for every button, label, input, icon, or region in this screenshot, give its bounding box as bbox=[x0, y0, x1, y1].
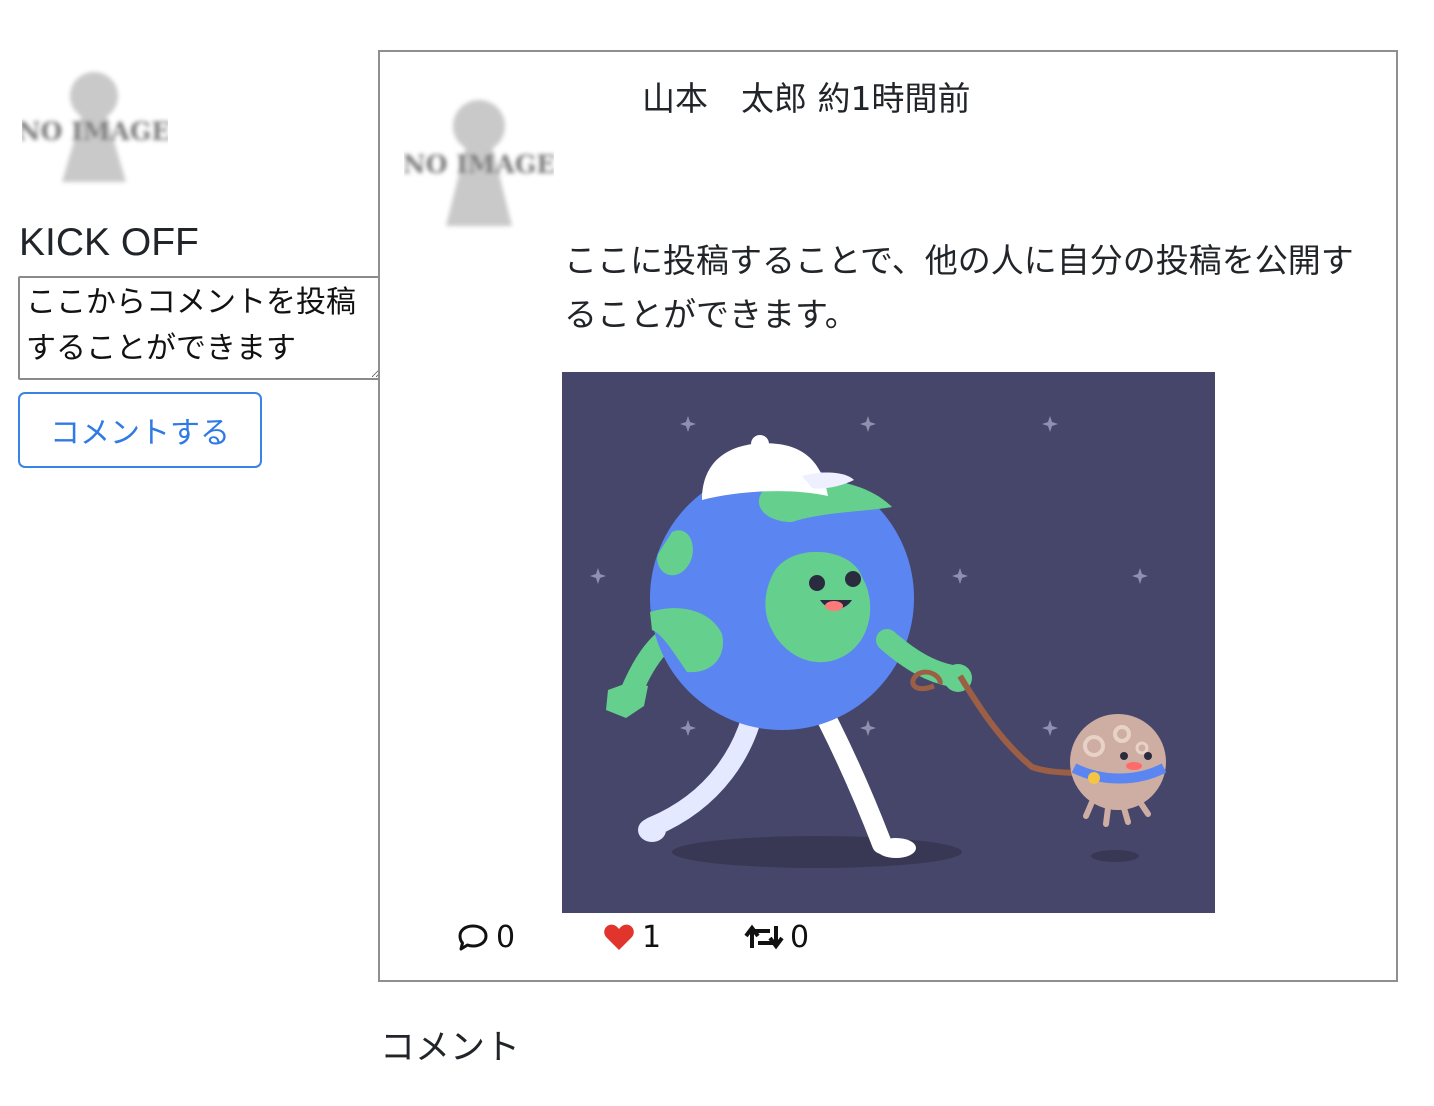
post-image[interactable] bbox=[562, 372, 1215, 913]
heart-icon bbox=[604, 924, 634, 950]
post-timestamp: 約1時間前 bbox=[817, 79, 971, 118]
post-body-text: ここに投稿することで、他の人に自分の投稿を公開することができます。 bbox=[564, 241, 1354, 334]
post-author-avatar[interactable]: NO IMAGE bbox=[403, 84, 555, 234]
post-header: 山本 太郎 約1時間前 bbox=[642, 76, 971, 122]
comments-heading: コメント bbox=[380, 1028, 521, 1068]
post-actions: 0 1 0 bbox=[380, 914, 1396, 960]
like-count: 1 bbox=[642, 919, 662, 955]
user-avatar: NO IMAGE bbox=[18, 58, 170, 188]
speech-bubble-icon bbox=[458, 924, 488, 951]
retweet-icon bbox=[744, 924, 784, 950]
svg-text:NO IMAGE: NO IMAGE bbox=[404, 150, 554, 179]
retweet-count: 0 bbox=[790, 919, 810, 955]
no-image-placeholder-icon: NO IMAGE bbox=[403, 100, 555, 226]
comment-count: 0 bbox=[496, 919, 516, 955]
no-image-placeholder-icon: NO IMAGE bbox=[18, 72, 170, 182]
comment-action[interactable]: 0 bbox=[456, 914, 515, 960]
retweet-action[interactable]: 0 bbox=[744, 914, 809, 960]
submit-comment-button[interactable]: コメントする bbox=[18, 392, 262, 468]
post-card: NO IMAGE 山本 太郎 約1時間前 ここに投稿することで、他の人に自分の投… bbox=[378, 50, 1398, 982]
post-author-name[interactable]: 山本 太郎 bbox=[642, 79, 807, 118]
comment-input[interactable] bbox=[18, 276, 382, 380]
username-label: KICK OFF bbox=[19, 221, 199, 264]
svg-text:NO IMAGE: NO IMAGE bbox=[22, 117, 168, 146]
like-action[interactable]: 1 bbox=[602, 914, 661, 960]
